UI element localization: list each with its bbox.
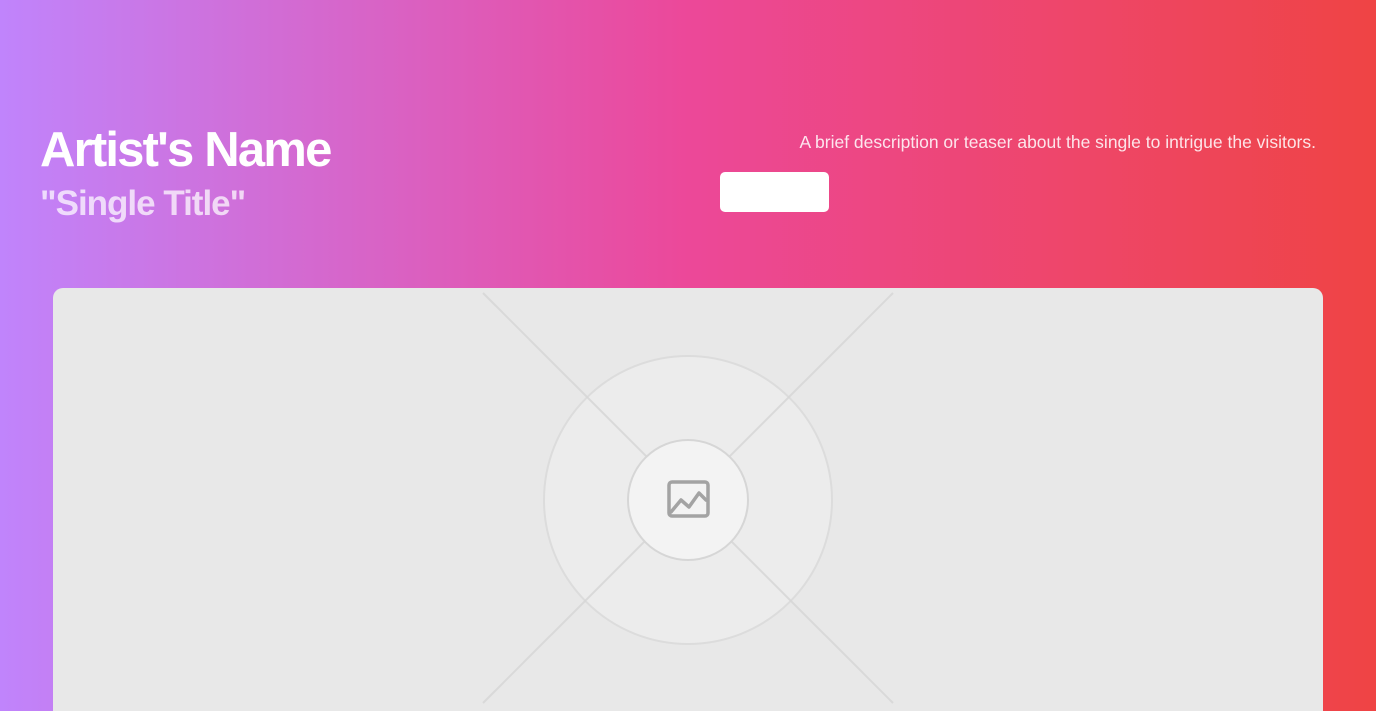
cover-image-placeholder [53,288,1323,711]
single-title: "Single Title" [40,184,246,223]
cta-button[interactable] [720,172,829,212]
hero-section: Artist's Name "Single Title" A brief des… [0,0,1376,711]
placeholder-graphic [482,288,898,708]
artist-name: Artist's Name [40,123,332,177]
single-description: A brief description or teaser about the … [799,132,1316,152]
